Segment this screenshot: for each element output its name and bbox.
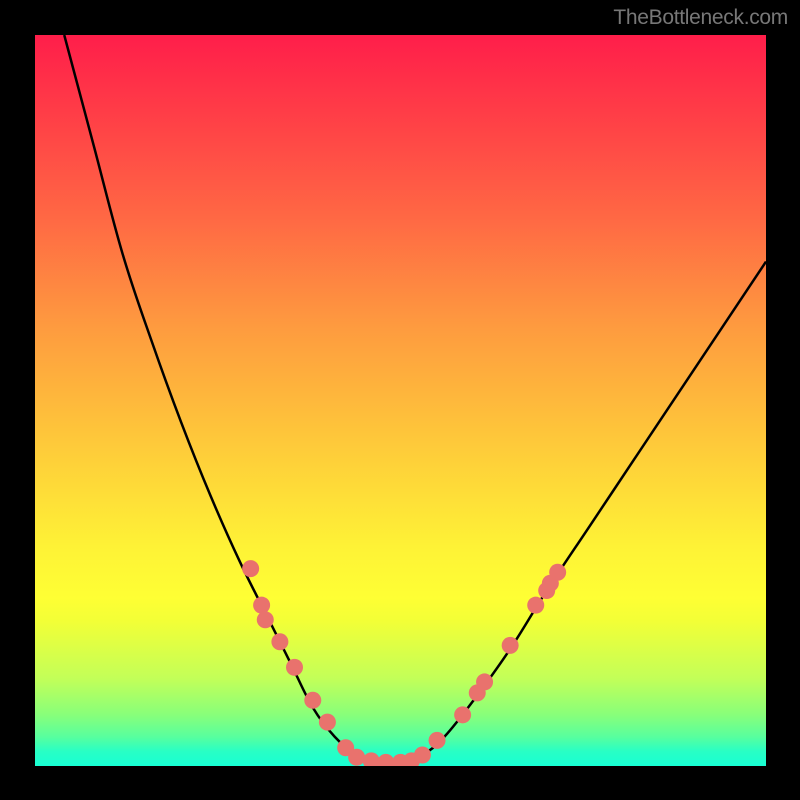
data-point xyxy=(502,637,519,654)
data-point xyxy=(429,732,446,749)
data-point xyxy=(527,597,544,614)
chart-svg xyxy=(35,35,766,766)
data-point xyxy=(253,597,270,614)
data-point xyxy=(377,754,394,766)
data-point xyxy=(476,673,493,690)
data-point xyxy=(304,692,321,709)
data-point xyxy=(348,749,365,766)
data-point xyxy=(257,611,274,628)
data-point xyxy=(549,564,566,581)
bottleneck-curve xyxy=(64,35,766,763)
data-point xyxy=(319,714,336,731)
watermark-text: TheBottleneck.com xyxy=(613,6,788,30)
data-point xyxy=(454,706,471,723)
bottleneck-curve-line xyxy=(64,35,766,763)
chart-plot-area xyxy=(35,35,766,766)
data-point xyxy=(286,659,303,676)
data-point xyxy=(271,633,288,650)
highlighted-points xyxy=(242,560,566,766)
data-point xyxy=(363,752,380,766)
data-point xyxy=(414,747,431,764)
data-point xyxy=(242,560,259,577)
